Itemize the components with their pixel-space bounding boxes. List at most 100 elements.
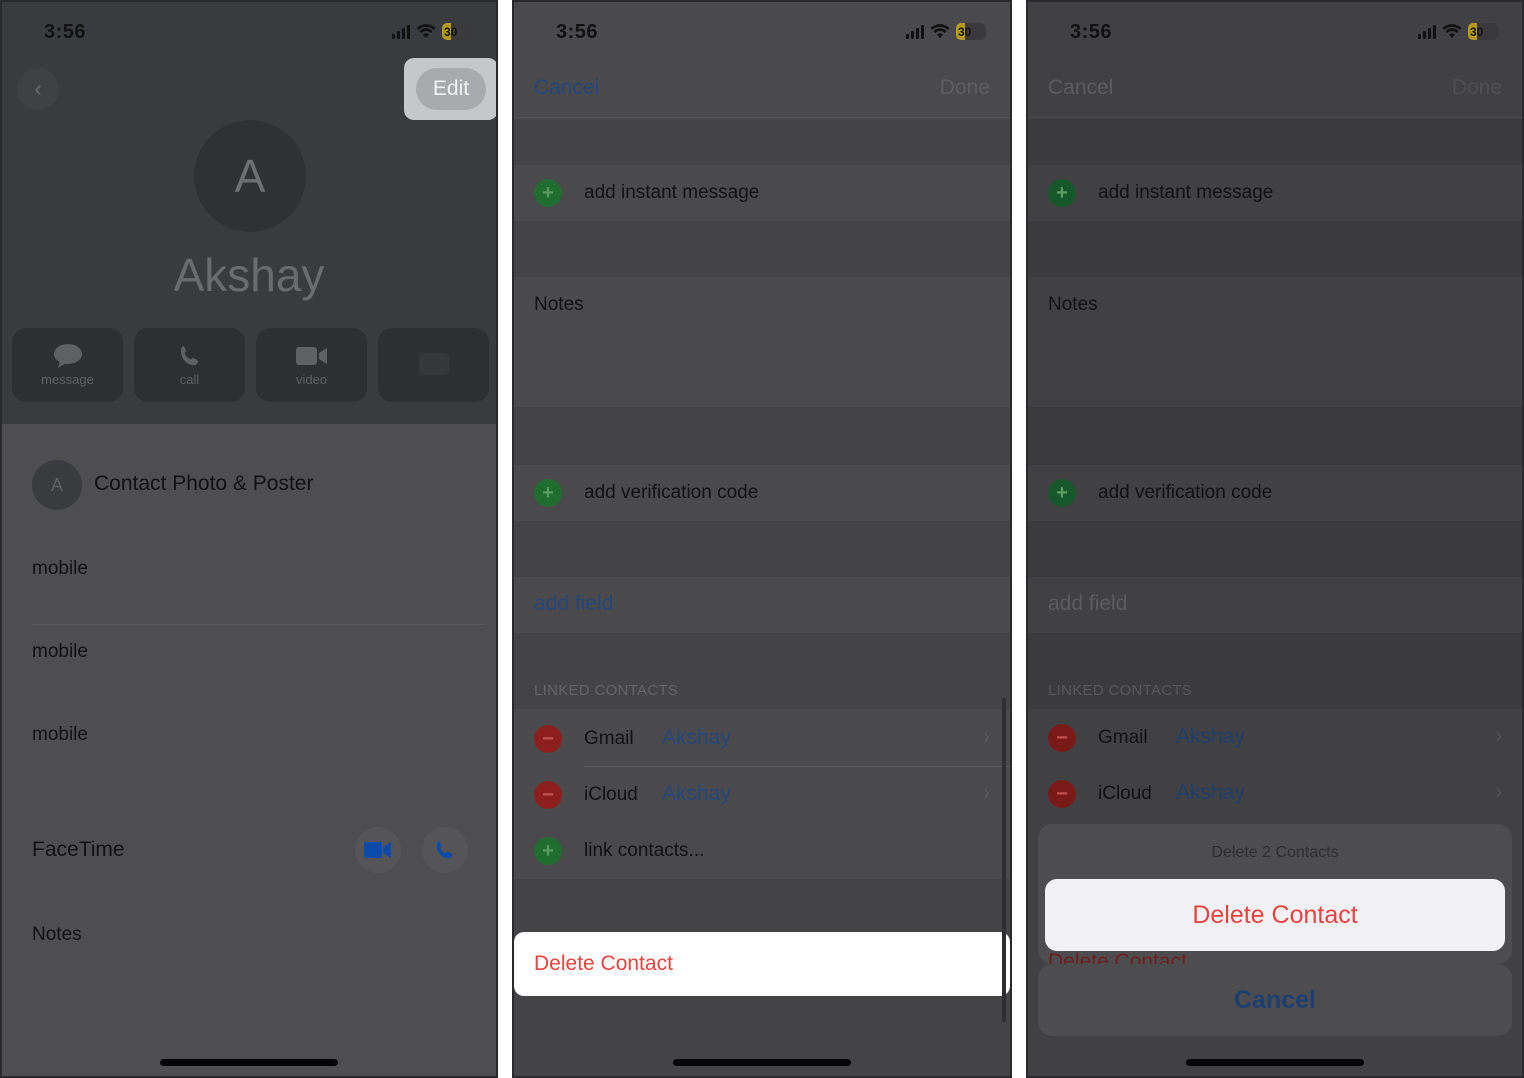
notes-label: Notes <box>1048 294 1098 315</box>
mail-action-button[interactable] <box>378 328 489 402</box>
message-bubble-icon <box>53 344 82 368</box>
phone-icon <box>180 346 198 366</box>
chevron-right-icon: › <box>983 726 990 748</box>
call-action-button[interactable]: call <box>134 328 245 402</box>
remove-icon[interactable]: − <box>534 725 562 753</box>
phone-row[interactable]: mobile <box>14 624 484 706</box>
facetime-label: FaceTime <box>32 838 125 861</box>
linked-contacts-header: LINKED CONTACTS <box>534 682 679 699</box>
notes-label: Notes <box>32 924 82 945</box>
section-gap <box>1028 407 1522 465</box>
section-gap <box>1028 221 1522 277</box>
battery-indicator: 30 <box>956 23 986 40</box>
chevron-right-icon: › <box>1495 781 1502 803</box>
action-sheet-cancel-button[interactable]: Cancel <box>1038 964 1512 1036</box>
cellular-signal-icon <box>392 24 410 39</box>
message-action-button[interactable]: message <box>12 328 123 402</box>
edit-button[interactable]: Edit <box>416 68 486 110</box>
scrollbar[interactable] <box>1002 698 1006 1022</box>
delete-contact-button[interactable]: Delete Contact <box>514 932 1010 996</box>
contact-header: 3:56 30 ‹ Edit A Akshay message call vid… <box>2 2 496 424</box>
cellular-signal-icon <box>906 24 924 39</box>
link-contacts-label: link contacts... <box>584 840 705 861</box>
confirm-delete-contact-button[interactable]: Delete Contact <box>1045 879 1505 951</box>
linked-contacts-header: LINKED CONTACTS <box>1048 682 1193 699</box>
phone-row[interactable]: mobile <box>14 706 484 790</box>
add-field-row[interactable]: add field <box>514 577 1010 633</box>
contact-photo-poster-label: Contact Photo & Poster <box>94 472 314 495</box>
wifi-icon <box>416 24 436 38</box>
delete-confirmation-screen: 3:56 30 Cancel Done + add instant messag… <box>1026 0 1524 1078</box>
quick-actions: message call video <box>12 328 489 402</box>
facetime-audio-button[interactable] <box>422 827 468 873</box>
add-instant-message-row: + add instant message <box>1028 165 1522 221</box>
facetime-video-button[interactable] <box>355 827 401 873</box>
video-camera-icon <box>364 842 391 858</box>
linked-contact-name: Akshay <box>662 782 731 805</box>
section-gap <box>1028 521 1522 577</box>
home-indicator <box>1186 1059 1364 1066</box>
action-sheet-title: Delete 2 Contacts <box>1211 844 1339 861</box>
done-button[interactable]: Done <box>940 76 990 100</box>
message-action-label: message <box>41 372 94 387</box>
cancel-button[interactable]: Cancel <box>534 76 599 100</box>
link-contacts-row[interactable]: + link contacts... <box>514 823 1010 879</box>
contact-detail-screen: 3:56 30 ‹ Edit A Akshay message call vid… <box>0 0 498 1078</box>
remove-icon: − <box>1048 724 1076 752</box>
contact-avatar: A <box>194 120 306 232</box>
add-instant-message-label: add instant message <box>584 182 760 203</box>
status-time: 3:56 <box>1070 21 1113 43</box>
add-field-row: add field <box>1028 577 1522 633</box>
back-button[interactable]: ‹ <box>17 68 59 110</box>
linked-contact-name: Akshay <box>1176 781 1245 804</box>
linked-contact-row: − Gmail Akshay › <box>1028 710 1522 766</box>
background-delete-contact-label: Delete Contact <box>1048 950 1187 964</box>
status-time: 3:56 <box>44 21 87 43</box>
wifi-icon <box>1442 24 1462 38</box>
linked-contact-source: iCloud <box>584 784 638 805</box>
phone-row[interactable]: mobile <box>14 540 484 624</box>
phone-icon <box>436 840 453 859</box>
add-verification-code-label: add verification code <box>584 482 759 503</box>
status-bar: 3:56 30 <box>514 2 1010 64</box>
add-icon: + <box>1048 479 1076 507</box>
phone-label: mobile <box>32 641 88 662</box>
add-instant-message-row[interactable]: + add instant message <box>514 165 1010 221</box>
add-verification-code-row[interactable]: + add verification code <box>514 465 1010 521</box>
home-indicator <box>160 1059 338 1066</box>
add-icon: + <box>534 479 562 507</box>
remove-icon[interactable]: − <box>534 781 562 809</box>
phone-label: mobile <box>32 724 88 745</box>
notes-label: Notes <box>534 294 584 315</box>
chevron-right-icon: › <box>983 782 990 804</box>
add-icon: + <box>534 837 562 865</box>
contact-photo-poster-row[interactable]: A Contact Photo & Poster <box>14 446 484 522</box>
section-gap <box>514 119 1010 165</box>
chevron-left-icon: ‹ <box>34 76 42 101</box>
section-gap <box>514 221 1010 277</box>
linked-contact-row[interactable]: − Gmail Akshay › <box>514 710 1010 766</box>
add-verification-code-row: + add verification code <box>1028 465 1522 521</box>
add-instant-message-label: add instant message <box>1098 182 1274 203</box>
nav-bar: Cancel Done <box>514 64 1010 118</box>
cellular-signal-icon <box>1418 24 1436 39</box>
linked-contact-name: Akshay <box>662 726 731 749</box>
status-bar: 3:56 30 <box>1028 2 1522 64</box>
add-field-link: add field <box>534 592 614 615</box>
remove-icon: − <box>1048 780 1076 808</box>
section-gap <box>514 407 1010 465</box>
notes-field[interactable]: Notes <box>14 908 484 1038</box>
video-camera-icon <box>295 347 327 365</box>
contact-name: Akshay <box>173 249 325 301</box>
notes-field[interactable]: Notes <box>514 277 1010 407</box>
phone-numbers-card: mobile mobile mobile <box>14 540 484 790</box>
linked-contact-source: Gmail <box>1098 727 1148 748</box>
linked-contact-row[interactable]: − iCloud Akshay › <box>514 767 1010 823</box>
facetime-row: FaceTime <box>14 812 484 888</box>
edit-highlight: Edit <box>404 58 496 120</box>
video-action-button[interactable]: video <box>256 328 367 402</box>
add-field-link: add field <box>1048 592 1128 615</box>
call-action-label: call <box>179 372 200 387</box>
linked-contact-row: − iCloud Akshay › <box>1028 767 1522 823</box>
add-verification-code-label: add verification code <box>1098 482 1273 503</box>
